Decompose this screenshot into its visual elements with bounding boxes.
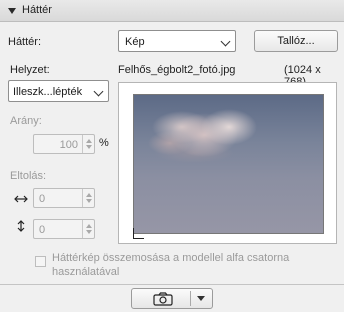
left-right-arrow-icon	[14, 195, 28, 203]
stepper-down-icon[interactable]	[86, 199, 92, 203]
chevron-down-icon	[220, 36, 231, 47]
panel-header[interactable]: Háttér	[0, 0, 344, 22]
background-panel: Háttér Háttér: Kép Tallóz... Helyzet: Fe…	[0, 0, 344, 312]
camera-icon[interactable]	[153, 292, 173, 306]
offset-x-value: 0	[39, 193, 46, 205]
ratio-unit: %	[99, 137, 109, 149]
ratio-field[interactable]: 100	[33, 134, 95, 154]
ratio-stepper[interactable]	[82, 135, 94, 153]
position-mode-value: Illeszk...lépték	[13, 86, 83, 98]
background-type-select[interactable]: Kép	[118, 30, 236, 52]
up-down-arrow-icon	[17, 220, 25, 232]
offset-y-value: 0	[39, 224, 46, 236]
bottom-divider	[0, 284, 344, 285]
offset-y-stepper[interactable]	[82, 220, 94, 238]
stepper-up-icon[interactable]	[86, 224, 92, 228]
offset-y-field[interactable]: 0	[33, 219, 95, 239]
offset-label: Eltolás:	[10, 170, 47, 182]
offset-x-stepper[interactable]	[82, 189, 94, 207]
stepper-down-icon[interactable]	[86, 230, 92, 234]
alpha-blend-label: Háttérkép összemosása a modellel alfa cs…	[52, 252, 290, 278]
dropdown-arrow-icon[interactable]	[197, 296, 205, 301]
stepper-down-icon[interactable]	[86, 145, 92, 149]
background-type-value: Kép	[125, 36, 145, 48]
background-preview-image[interactable]	[133, 94, 324, 234]
split-divider	[190, 291, 191, 306]
offset-x-field[interactable]: 0	[33, 188, 95, 208]
file-name: Felhős_égbolt2_fotó.jpg	[118, 64, 236, 76]
position-mode-select[interactable]: Illeszk...lépték	[8, 80, 109, 102]
crop-corner-icon[interactable]	[133, 228, 144, 239]
alpha-blend-checkbox[interactable]	[35, 256, 46, 267]
background-label: Háttér:	[8, 36, 42, 48]
ratio-value: 100	[59, 139, 78, 151]
chevron-down-icon	[93, 86, 104, 97]
browse-button[interactable]: Tallóz...	[254, 30, 338, 52]
stepper-up-icon[interactable]	[86, 139, 92, 143]
collapse-triangle-icon[interactable]	[8, 8, 16, 14]
camera-split-button[interactable]	[131, 288, 213, 309]
ratio-label: Arány:	[10, 115, 42, 127]
position-label: Helyzet:	[10, 64, 50, 76]
stepper-up-icon[interactable]	[86, 193, 92, 197]
panel-title: Háttér	[22, 4, 52, 16]
